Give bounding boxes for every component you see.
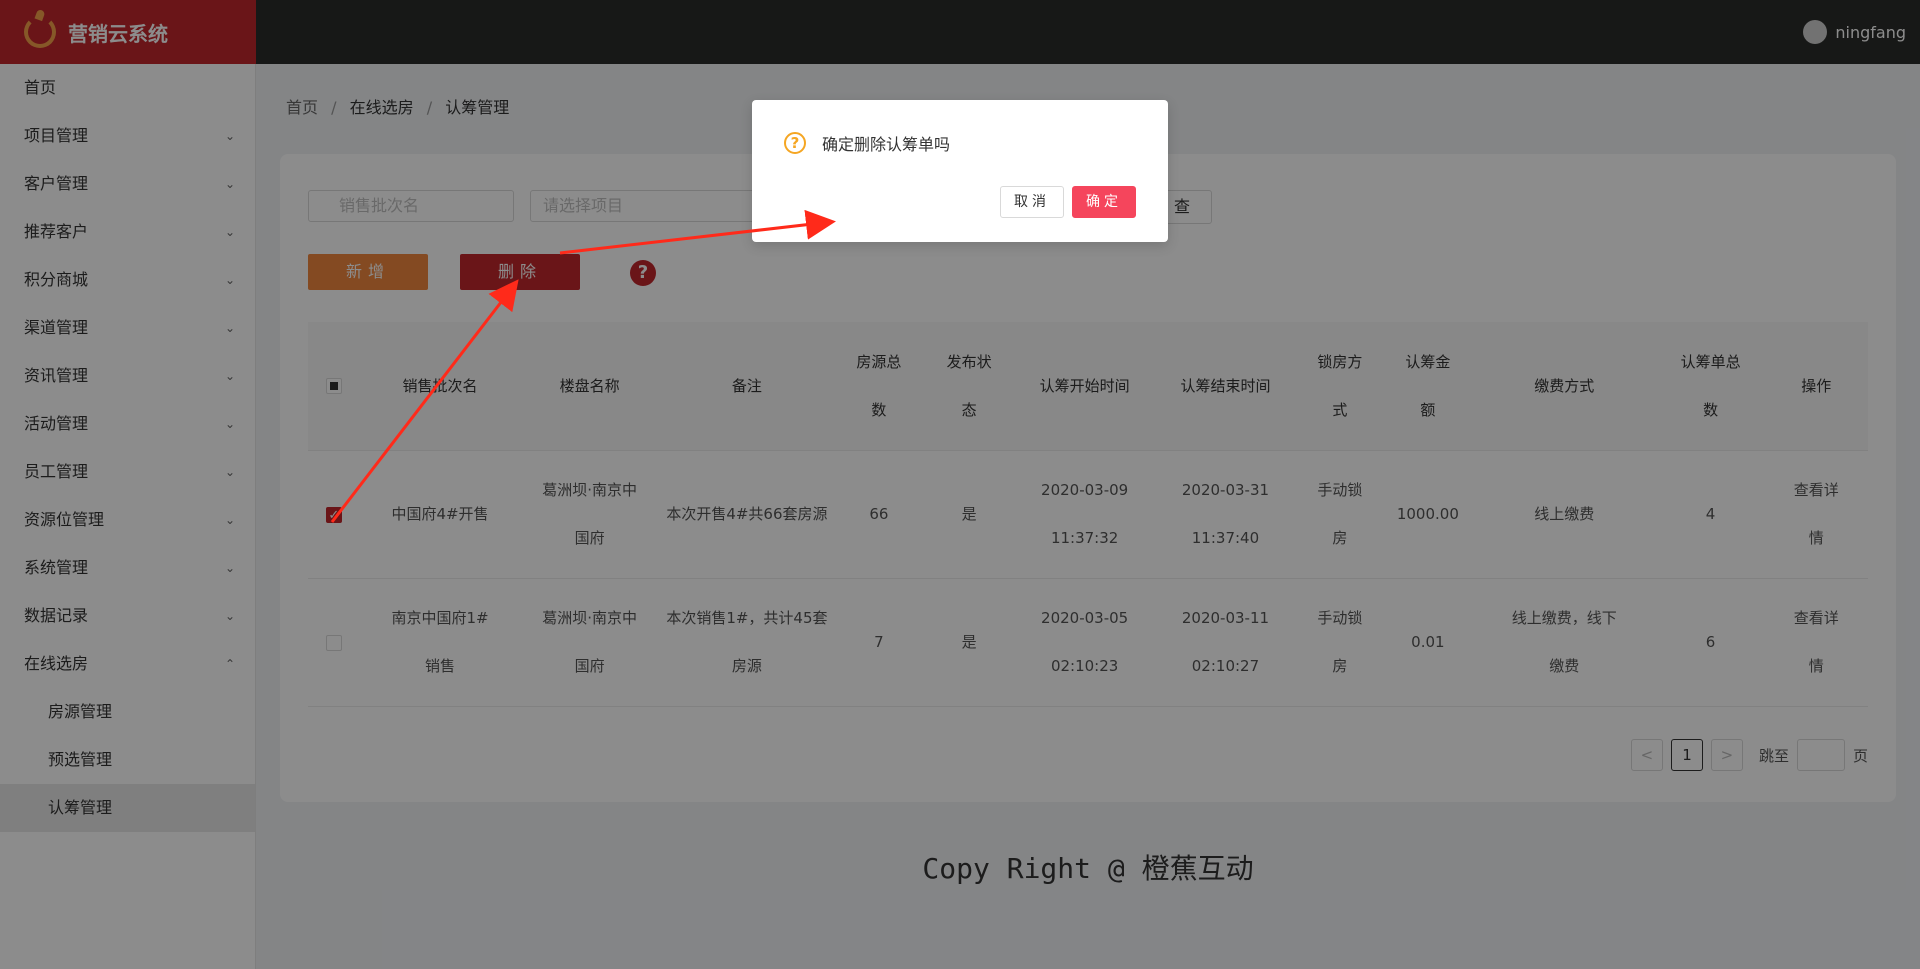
question-icon: ? bbox=[784, 132, 806, 154]
confirm-delete-modal: ? 确定删除认筹单吗 取消 确定 bbox=[752, 100, 1168, 242]
confirm-button[interactable]: 确定 bbox=[1072, 186, 1136, 218]
cancel-button[interactable]: 取消 bbox=[1000, 186, 1064, 218]
modal-message: 确定删除认筹单吗 bbox=[822, 135, 951, 154]
